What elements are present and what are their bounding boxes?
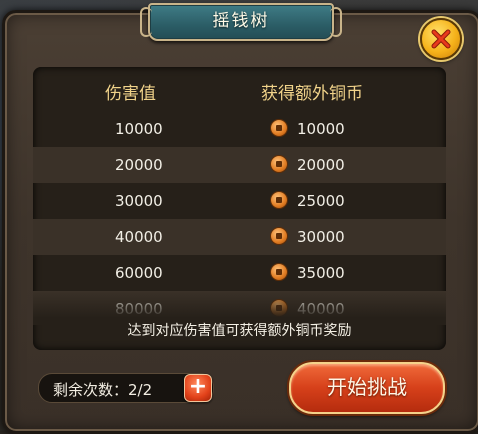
reward-value: 30000 xyxy=(297,228,345,246)
table-row: 30000 25000 xyxy=(33,183,446,219)
copper-coin-icon xyxy=(271,264,287,280)
start-challenge-button[interactable]: 开始挑战 xyxy=(289,362,445,414)
table-row: 20000 20000 xyxy=(33,147,446,183)
damage-value: 40000 xyxy=(115,228,163,246)
header-damage: 伤害值 xyxy=(105,84,156,104)
copper-coin-icon xyxy=(271,192,287,208)
damage-value: 10000 xyxy=(115,120,163,138)
table-header: 伤害值 获得额外铜币 xyxy=(33,75,446,107)
copper-coin-icon xyxy=(271,228,287,244)
damage-value: 20000 xyxy=(115,156,163,174)
plus-icon: + xyxy=(188,374,208,399)
close-x-icon xyxy=(431,29,451,49)
dialog-title: 摇钱树 xyxy=(212,11,270,31)
damage-value: 60000 xyxy=(115,264,163,282)
reward-value: 35000 xyxy=(297,264,345,282)
reward-value: 20000 xyxy=(297,156,345,174)
reward-rows[interactable]: 10000 10000 20000 20000 30000 25000 4000… xyxy=(33,111,446,321)
copper-coin-icon xyxy=(271,120,287,136)
copper-coin-icon xyxy=(271,156,287,172)
reward-footnote: 达到对应伤害值可获得额外铜币奖励 xyxy=(127,323,352,339)
add-attempts-button[interactable]: + xyxy=(184,374,212,402)
damage-value: 30000 xyxy=(115,192,163,210)
table-row: 60000 35000 xyxy=(33,255,446,291)
table-row: 10000 10000 xyxy=(33,111,446,147)
remaining-label: 剩余次数：2/2 xyxy=(53,381,153,399)
reward-table: 伤害值 获得额外铜币 10000 10000 20000 20000 30000… xyxy=(33,67,446,350)
table-row: 40000 30000 xyxy=(33,219,446,255)
header-reward: 获得额外铜币 xyxy=(261,84,363,104)
close-button[interactable] xyxy=(420,18,462,60)
reward-value: 25000 xyxy=(297,192,345,210)
dialog-title-banner: 摇钱树 xyxy=(140,3,342,41)
reward-value: 10000 xyxy=(297,120,345,138)
